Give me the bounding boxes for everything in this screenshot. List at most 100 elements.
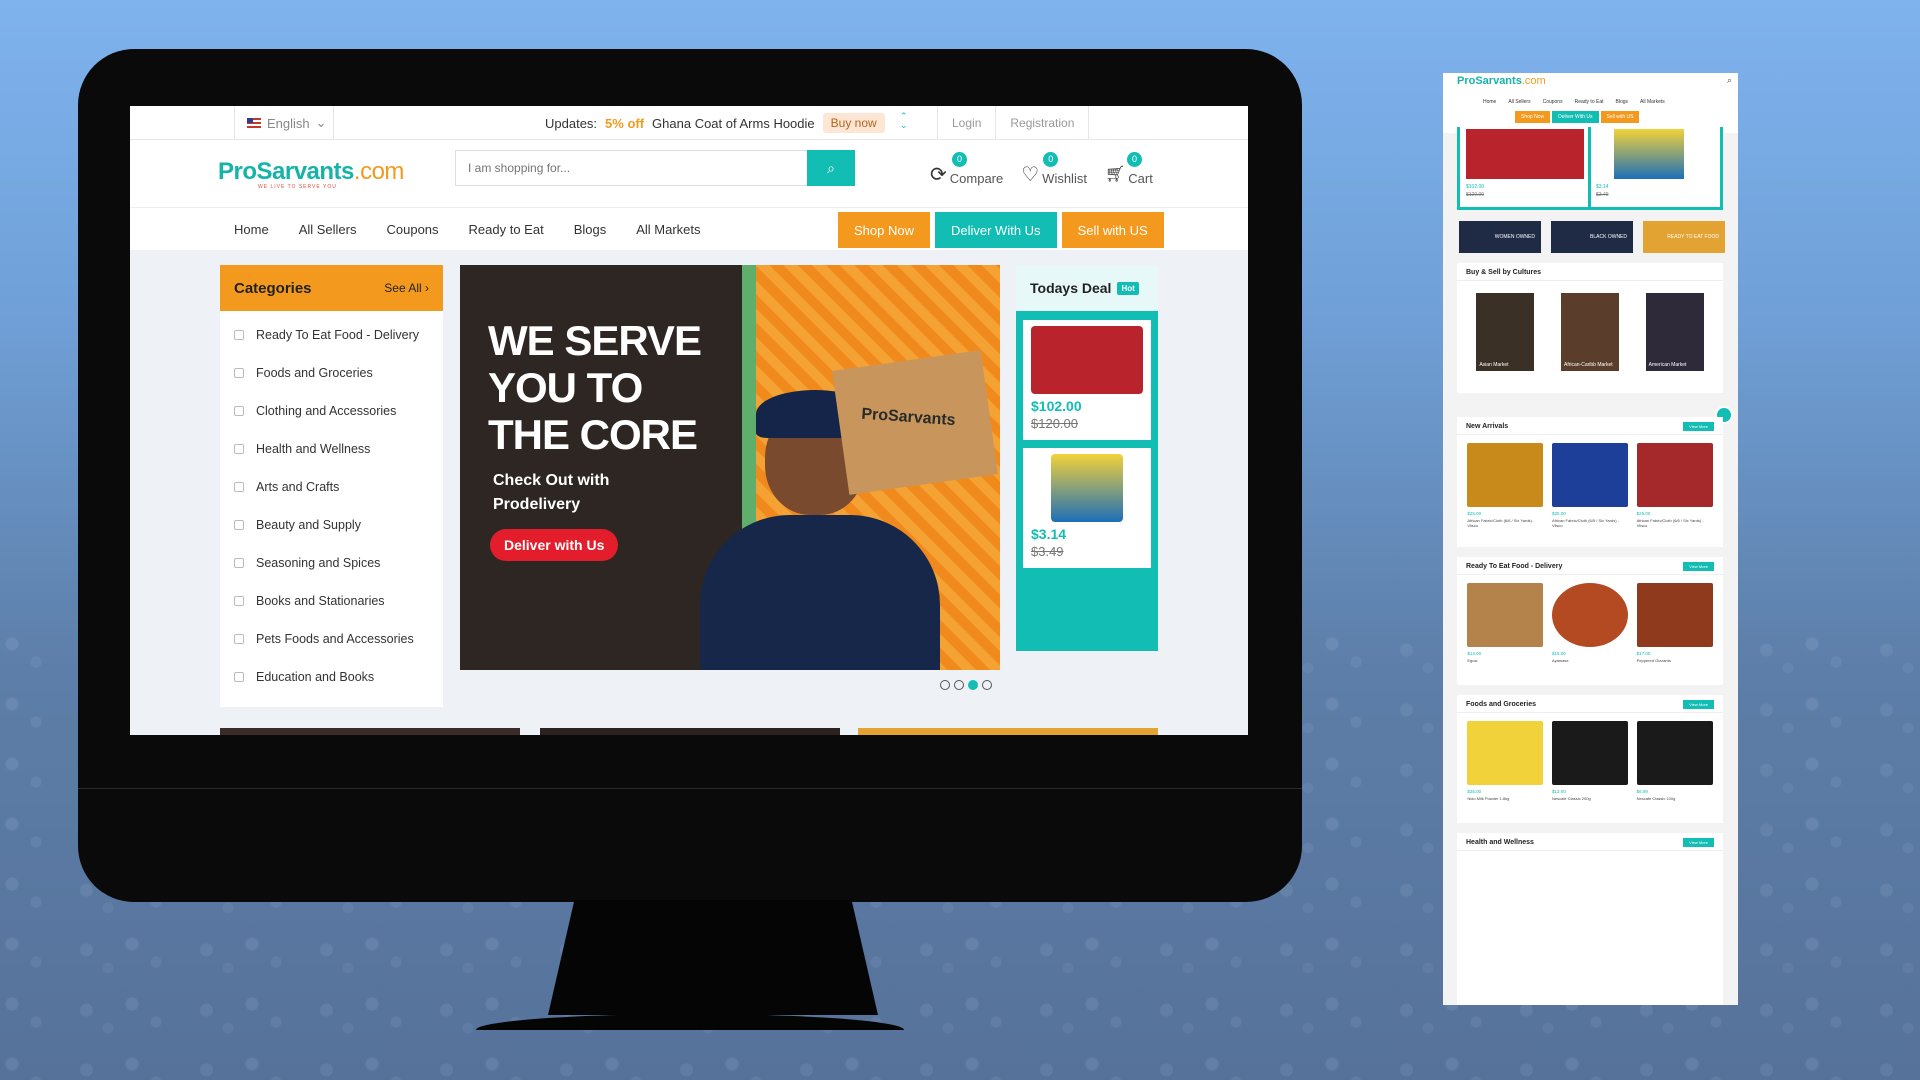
registration-link[interactable]: Registration — [995, 106, 1090, 140]
carousel-dot[interactable] — [954, 680, 964, 690]
site-logo[interactable]: ProSarvants.com WE LIVE TO SERVE YOU — [218, 158, 404, 190]
search-icon: ⌕ — [827, 159, 835, 176]
category-item[interactable]: Clothing and Accessories — [220, 392, 443, 430]
view-more-button[interactable]: View More — [1683, 562, 1714, 571]
promo-text: Ghana Coat of Arms Hoodie — [652, 115, 815, 131]
product-card[interactable]: $25.00 African Fabric/Cloth (6/6 / Six Ya… — [1636, 443, 1713, 528]
category-icon — [234, 672, 244, 682]
deliver-with-us-button[interactable]: Deliver With Us — [934, 212, 1057, 248]
updates-ticker: Updates: 5% off Ghana Coat of Arms Hoodi… — [545, 106, 885, 140]
shop-now-button[interactable]: Shop Now — [838, 212, 930, 248]
product-card[interactable]: $15.00 Ayamase — [1551, 583, 1628, 663]
banner-deliver-button[interactable]: Deliver with Us — [490, 529, 619, 561]
culture-card[interactable]: American Market — [1645, 293, 1704, 371]
view-more-button[interactable]: View More — [1683, 838, 1714, 847]
auth-links: Login Registration — [937, 106, 1090, 140]
carousel-dot[interactable] — [940, 680, 950, 690]
category-icon — [234, 596, 244, 606]
product-image — [1551, 721, 1628, 785]
buy-now-button[interactable]: Buy now — [822, 113, 885, 133]
category-item[interactable]: Books and Stationaries — [220, 582, 443, 620]
category-item[interactable]: Arts and Crafts — [220, 468, 443, 506]
deal-card[interactable]: $3.14 $3.49 — [1023, 448, 1151, 568]
nav-coupons[interactable]: Coupons — [386, 222, 438, 237]
deal-card[interactable]: $102.00 $120.00 — [1023, 320, 1151, 440]
mobile-deal-image[interactable] — [1614, 129, 1684, 179]
category-item[interactable]: Pets Foods and Accessories — [220, 620, 443, 658]
nav-ready-to-eat[interactable]: Ready to Eat — [469, 222, 544, 237]
delivery-box: ProSarvants — [832, 350, 998, 495]
category-icon — [234, 330, 244, 340]
mobile-logo[interactable]: ProSarvants.com — [1457, 75, 1546, 87]
hero-banner[interactable]: WE SERVE YOU TO THE CORE Check Out with … — [460, 265, 1000, 670]
culture-card[interactable]: African-Caribb Market — [1560, 293, 1619, 371]
us-flag-icon — [247, 118, 261, 128]
product-card[interactable]: $35.00 Nido Milk Powder 1.8kg — [1467, 721, 1544, 801]
cart-link[interactable]: 🛒︎ 0 Cart — [1105, 152, 1153, 186]
category-item[interactable]: Beauty and Supply — [220, 506, 443, 544]
women-owned-tile[interactable]: WOMEN OWNED — [1459, 221, 1541, 253]
nav-blogs[interactable]: Blogs — [574, 222, 607, 237]
deal-product-image — [1051, 454, 1123, 522]
category-label: Seasoning and Spices — [256, 556, 381, 570]
category-label: Health and Wellness — [256, 442, 371, 456]
product-card[interactable]: $13.00 Egusi — [1467, 583, 1544, 663]
compare-link[interactable]: ⟳ 0 Compare — [930, 152, 1004, 186]
category-item[interactable]: Health and Wellness — [220, 430, 443, 468]
login-link[interactable]: Login — [937, 106, 995, 140]
mobile-deal-strip: $102.00 $120.00 $3.14 $3.49 — [1457, 127, 1723, 210]
mobile-nav-item[interactable]: Coupons — [1543, 99, 1563, 105]
hot-badge: Hot — [1117, 281, 1139, 295]
product-row: $35.00 Nido Milk Powder 1.8kg $13.00 Nesca… — [1457, 713, 1723, 801]
chevron-down-icon: ⌄ — [315, 115, 327, 130]
mobile-nav-item[interactable]: All Markets — [1640, 99, 1665, 105]
product-name: Nescafe Classic 200g — [1551, 796, 1591, 801]
monitor-stand — [548, 900, 878, 1015]
ready-to-eat-tile[interactable]: READY TO EAT FOOD — [1643, 221, 1725, 253]
product-price: $17.00 — [1636, 651, 1651, 656]
view-more-button[interactable]: View More — [1683, 422, 1714, 431]
category-item[interactable]: Education and Books — [220, 658, 443, 696]
product-card[interactable]: $6.99 Nescafe Classic 100g — [1636, 721, 1713, 801]
delivery-person-body — [700, 515, 940, 670]
mobile-health-section: Health and Wellness View More — [1457, 833, 1723, 1005]
sell-with-us-button[interactable]: Sell with US — [1061, 212, 1164, 248]
wishlist-link[interactable]: ♡ 0 Wishlist — [1021, 152, 1087, 186]
ticker-arrows-icon[interactable]: ⌃ ⌄ — [900, 112, 908, 130]
mobile-sell-button[interactable]: Sell with US — [1600, 111, 1640, 123]
mobile-nav-item[interactable]: Home — [1483, 99, 1496, 105]
product-card[interactable]: $25.00 African Fabric/Cloth (6/5 / Six Ya… — [1551, 443, 1628, 528]
category-item[interactable]: Ready To Eat Food - Delivery — [220, 316, 443, 354]
nav-all-sellers[interactable]: All Sellers — [299, 222, 357, 237]
search-input[interactable] — [455, 150, 807, 186]
mobile-shop-now-button[interactable]: Shop Now — [1515, 111, 1551, 123]
mobile-nav-item[interactable]: Blogs — [1616, 99, 1629, 105]
compare-label: Compare — [949, 171, 1004, 186]
product-card[interactable]: $13.00 Nescafe Classic 200g — [1551, 721, 1628, 801]
deal-old-price: $120.00 — [1031, 416, 1078, 431]
search-button[interactable]: ⌕ — [807, 150, 855, 186]
view-more-button[interactable]: View More — [1683, 700, 1714, 709]
monitor-chin-divider — [78, 788, 1302, 789]
culture-card[interactable]: Asian Market — [1476, 293, 1535, 371]
category-label: Clothing and Accessories — [256, 404, 397, 418]
section-title: Buy & Sell by Cultures — [1457, 263, 1723, 281]
product-card[interactable]: $25.00 African Fabric/Cloth (6/6 / Six Ya… — [1467, 443, 1544, 528]
mobile-deal-image[interactable] — [1466, 129, 1584, 179]
carousel-dot-active[interactable] — [968, 680, 978, 690]
see-all-link[interactable]: See All › — [384, 281, 429, 295]
language-selector[interactable]: English ⌄ — [234, 106, 334, 140]
black-owned-tile[interactable]: BLACK OWNED — [1551, 221, 1633, 253]
nav-home[interactable]: Home — [234, 222, 269, 237]
search-icon[interactable]: ⌕ — [1727, 75, 1732, 86]
category-item[interactable]: Foods and Groceries — [220, 354, 443, 392]
carousel-dot[interactable] — [982, 680, 992, 690]
mobile-deliver-button[interactable]: Deliver With Us — [1552, 111, 1599, 123]
compare-count: 0 — [952, 152, 967, 167]
product-card[interactable]: $17.00 Peppered Gizzards — [1636, 583, 1713, 663]
health-title: Health and Wellness — [1466, 839, 1534, 846]
category-item[interactable]: Seasoning and Spices — [220, 544, 443, 582]
nav-all-markets[interactable]: All Markets — [636, 222, 700, 237]
mobile-nav-item[interactable]: Ready to Eat — [1575, 99, 1604, 105]
mobile-nav-item[interactable]: All Sellers — [1508, 99, 1530, 105]
